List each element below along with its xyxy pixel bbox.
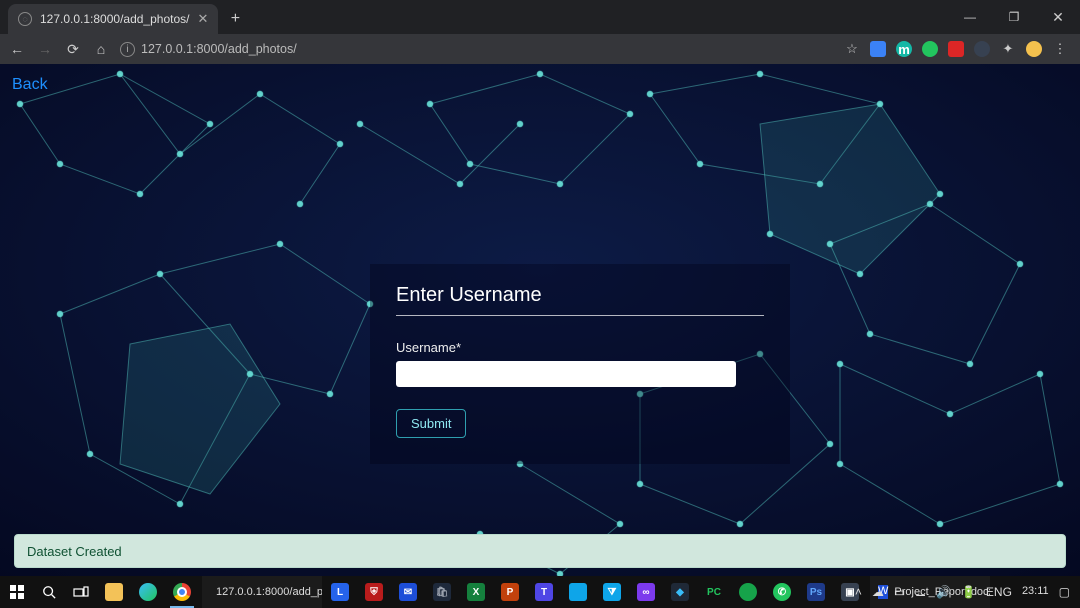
tray-meet-now-icon[interactable]: ▭	[894, 585, 905, 599]
tray-battery-icon[interactable]: 🔋	[961, 585, 976, 599]
alert-text: Dataset Created	[27, 544, 122, 559]
taskbar-app-excel[interactable]: X	[460, 576, 492, 608]
taskbar-app-whatsapp[interactable]: ✆	[766, 576, 798, 608]
taskbar-app-ps[interactable]: Ps	[800, 576, 832, 608]
tab-favicon: ◌	[18, 12, 32, 26]
titlebar: ◌ 127.0.0.1:8000/add_photos/ ✕ + — ❐ ✕	[0, 0, 1080, 34]
extensions-puzzle-icon[interactable]: ✦	[1000, 41, 1016, 57]
window-controls: — ❐ ✕	[948, 0, 1080, 34]
toolbar-icons: ☆ m ✦ ⋮	[844, 41, 1072, 57]
tray-wifi-icon[interactable]: ⚊	[915, 585, 926, 599]
submit-button[interactable]: Submit	[396, 409, 466, 438]
tray-notifications-icon[interactable]: ▢	[1059, 585, 1070, 599]
tray-clock[interactable]: 23:11	[1022, 586, 1049, 598]
taskbar-app-teams[interactable]: T	[528, 576, 560, 608]
taskbar-app-pycharm[interactable]: PC	[698, 576, 730, 608]
tab-title: 127.0.0.1:8000/add_photos/	[40, 12, 189, 26]
url-display[interactable]: i 127.0.0.1:8000/add_photos/	[120, 42, 297, 57]
taskbar-app-generic1[interactable]	[562, 576, 594, 608]
taskbar-app-vscode[interactable]: ⧩	[596, 576, 628, 608]
nav-forward-button[interactable]: →	[36, 41, 54, 57]
back-link[interactable]: Back	[12, 76, 48, 94]
tray-time: 23:11	[1022, 586, 1049, 598]
profile-avatar-icon[interactable]	[1026, 41, 1042, 57]
taskbar-app-spotify[interactable]	[732, 576, 764, 608]
tray-volume-icon[interactable]: 🔊	[936, 585, 951, 599]
window-minimize-button[interactable]: —	[948, 0, 992, 34]
taskbar-app-ppt[interactable]: P	[494, 576, 526, 608]
extension-icon-3[interactable]	[922, 41, 938, 57]
browser-tab[interactable]: ◌ 127.0.0.1:8000/add_photos/ ✕	[8, 4, 218, 34]
browser-menu-icon[interactable]: ⋮	[1052, 41, 1068, 57]
nav-reload-button[interactable]: ⟳	[64, 41, 82, 58]
window-maximize-button[interactable]: ❐	[992, 0, 1036, 34]
taskbar-app-chrome[interactable]	[166, 576, 198, 608]
taskbar-running-chrome[interactable]: 127.0.0.1:8000/add_ph...	[202, 576, 322, 608]
taskbar-app-edge[interactable]	[132, 576, 164, 608]
start-button[interactable]	[2, 576, 32, 608]
username-form-card: Enter Username Username* Submit	[370, 264, 790, 464]
page-viewport: Back Enter Username Username* Submit Dat…	[0, 64, 1080, 576]
task-view-icon[interactable]	[66, 576, 96, 608]
tray-onedrive-icon[interactable]: ☁	[872, 585, 884, 599]
username-input[interactable]	[396, 361, 736, 387]
search-icon[interactable]	[34, 576, 64, 608]
taskbar-app-mail[interactable]: ✉	[392, 576, 424, 608]
tray-chevron-up-icon[interactable]: ˄	[855, 585, 862, 599]
taskbar-app-store[interactable]: 🛍	[426, 576, 458, 608]
system-tray: ˄ ☁ ▭ ⚊ 🔊 🔋 ENG 23:11 ▢	[845, 576, 1080, 608]
taskbar-app-generic2[interactable]: ◆	[664, 576, 696, 608]
extension-icon-4[interactable]	[948, 41, 964, 57]
url-text: 127.0.0.1:8000/add_photos/	[141, 42, 297, 56]
browser-window: ◌ 127.0.0.1:8000/add_photos/ ✕ + — ❐ ✕ ←…	[0, 0, 1080, 608]
extension-icon-1[interactable]	[870, 41, 886, 57]
tray-language[interactable]: ENG	[986, 585, 1012, 599]
taskbar-app-explorer[interactable]	[98, 576, 130, 608]
nav-home-button[interactable]: ⌂	[92, 41, 110, 57]
taskbar-running-chrome-label: 127.0.0.1:8000/add_ph...	[216, 586, 322, 598]
tab-close-icon[interactable]: ✕	[197, 11, 208, 27]
site-info-icon[interactable]: i	[120, 42, 135, 57]
extension-icon-5[interactable]	[974, 41, 990, 57]
form-title: Enter Username	[396, 284, 764, 316]
username-label: Username*	[396, 340, 764, 355]
new-tab-button[interactable]: +	[222, 6, 248, 32]
nav-back-button[interactable]: ←	[8, 41, 26, 57]
success-alert: Dataset Created	[14, 534, 1066, 568]
taskbar-app-vs[interactable]: ∞	[630, 576, 662, 608]
taskbar-app-l[interactable]: L	[324, 576, 356, 608]
taskbar-app-mcafee[interactable]: ⛨	[358, 576, 390, 608]
extension-icon-2[interactable]: m	[896, 41, 912, 57]
windows-taskbar: 127.0.0.1:8000/add_ph... L ⛨ ✉ 🛍 X P T ⧩…	[0, 576, 1080, 608]
bookmark-star-icon[interactable]: ☆	[844, 41, 860, 57]
address-bar: ← → ⟳ ⌂ i 127.0.0.1:8000/add_photos/ ☆ m…	[0, 34, 1080, 64]
window-close-button[interactable]: ✕	[1036, 0, 1080, 34]
